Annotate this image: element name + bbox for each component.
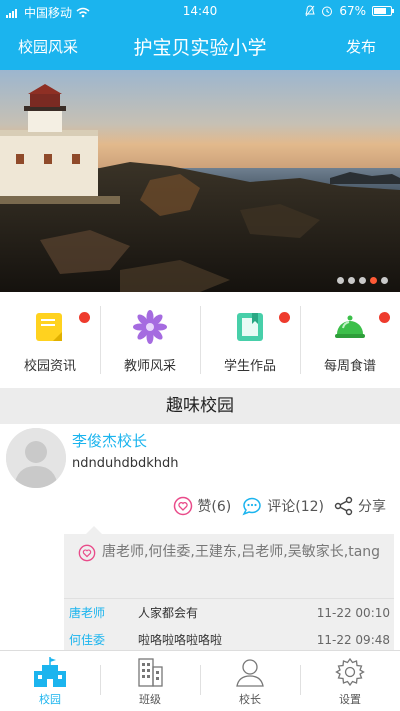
carousel-dot[interactable] bbox=[337, 277, 344, 284]
category-label: 每周食谱 bbox=[323, 359, 376, 374]
heart-icon bbox=[78, 544, 96, 562]
category-label: 学生作品 bbox=[223, 359, 276, 374]
category-campus-news[interactable]: 校园资讯 bbox=[0, 292, 100, 388]
carousel-indicator[interactable] bbox=[337, 277, 388, 284]
comment-button[interactable]: 评论(12) bbox=[241, 496, 324, 516]
category-label: 校园资讯 bbox=[23, 359, 76, 374]
carousel-dot-active[interactable] bbox=[370, 277, 377, 284]
battery-percent: 67% bbox=[339, 4, 366, 18]
status-right: 67% bbox=[305, 4, 394, 18]
tab-label: 设置 bbox=[339, 693, 361, 706]
carousel-dot[interactable] bbox=[381, 277, 388, 284]
nav-bar: 校园风采 护宝贝实验小学 发布 bbox=[0, 22, 400, 70]
tab-label: 校园 bbox=[39, 693, 61, 706]
like-label: 赞(6) bbox=[197, 499, 232, 515]
category-student-works[interactable]: 学生作品 bbox=[200, 292, 300, 388]
liked-by-list: 唐老师,何佳委,王建东,吕老师,吴敏家长,tang bbox=[76, 540, 388, 564]
post-author[interactable]: 李俊杰校长 bbox=[72, 430, 147, 451]
news-icon bbox=[36, 313, 62, 341]
flower-icon bbox=[133, 310, 167, 344]
likes-comments-panel: 唐老师,何佳委,王建东,吕老师,吴敏家长,tang 唐老师 人家都会有 11-2… bbox=[64, 526, 394, 652]
share-label: 分享 bbox=[358, 499, 386, 515]
heart-icon bbox=[174, 496, 193, 516]
post-card: 李俊杰校长 ndnduhdbdkhdh 赞(6) 评论(12) 分享 唐老师,何… bbox=[0, 424, 400, 652]
gear-icon bbox=[335, 657, 365, 687]
carousel-dot[interactable] bbox=[348, 277, 355, 284]
banner-image bbox=[0, 70, 400, 292]
category-teacher-style[interactable]: 教师风采 bbox=[100, 292, 200, 388]
post-actions: 赞(6) 评论(12) 分享 bbox=[173, 496, 386, 516]
comment-icon bbox=[242, 497, 261, 516]
category-row: 校园资讯 教师风采 学生作品 每周食谱 bbox=[0, 292, 400, 388]
page-title: 护宝贝实验小学 bbox=[133, 37, 267, 59]
silent-icon bbox=[305, 5, 316, 17]
comment-author[interactable]: 唐老师 bbox=[69, 599, 105, 627]
post-content: ndnduhdbdkhdh bbox=[72, 456, 179, 471]
tab-label: 班级 bbox=[139, 693, 161, 706]
alarm-icon bbox=[322, 6, 333, 17]
building-icon bbox=[138, 658, 163, 687]
notification-badge bbox=[379, 312, 390, 323]
book-icon bbox=[237, 313, 263, 341]
banner-carousel[interactable] bbox=[0, 70, 400, 292]
notification-badge bbox=[279, 312, 290, 323]
category-weekly-menu[interactable]: 每周食谱 bbox=[300, 292, 400, 388]
comment-time: 11-22 00:10 bbox=[316, 606, 390, 620]
status-bar: 中国移动 14:40 67% bbox=[0, 0, 400, 22]
share-icon bbox=[334, 496, 353, 516]
publish-button[interactable]: 发布 bbox=[346, 36, 376, 57]
tab-class[interactable]: 班级 bbox=[100, 651, 200, 711]
comment-text: 人家都会有 bbox=[138, 606, 199, 620]
tab-campus[interactable]: 校园 bbox=[0, 651, 100, 711]
section-title: 趣味校园 bbox=[0, 388, 400, 424]
tab-settings[interactable]: 设置 bbox=[300, 651, 400, 711]
avatar[interactable] bbox=[6, 428, 66, 488]
category-label: 教师风采 bbox=[123, 359, 176, 374]
share-button[interactable]: 分享 bbox=[334, 496, 386, 516]
like-button[interactable]: 赞(6) bbox=[173, 496, 231, 516]
food-cover-icon bbox=[335, 315, 365, 338]
bottom-tab-bar: 校园 班级 校长 设置 bbox=[0, 650, 400, 711]
comment-row[interactable]: 唐老师 人家都会有 11-22 00:10 bbox=[64, 598, 394, 626]
person-icon bbox=[236, 659, 264, 687]
battery-icon bbox=[372, 6, 394, 16]
default-avatar-icon bbox=[6, 428, 66, 488]
tab-principal[interactable]: 校长 bbox=[200, 651, 300, 711]
school-icon bbox=[34, 657, 66, 687]
notification-badge bbox=[79, 312, 90, 323]
tab-label: 校长 bbox=[239, 693, 261, 706]
liked-by-names: 唐老师,何佳委,王建东,吕老师,吴敏家长,tang bbox=[101, 544, 381, 560]
carousel-dot[interactable] bbox=[359, 277, 366, 284]
comment-label: 评论(12) bbox=[267, 499, 324, 515]
